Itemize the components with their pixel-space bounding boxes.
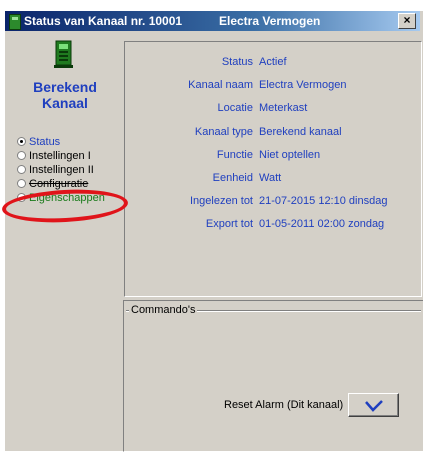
info-label: Kanaal type: [194, 126, 253, 138]
info-label: Functie: [216, 149, 253, 161]
commands-group: Commando's Reset Alarm (Dit kanaal): [123, 300, 423, 452]
radio-button[interactable]: [17, 151, 26, 160]
radio-instellingen-1[interactable]: Instellingen I: [17, 149, 105, 162]
status-window: Status van Kanaal nr. 10001 Electra Verm…: [4, 10, 423, 452]
info-label: Export tot: [205, 218, 253, 230]
green-device-icon: [54, 40, 73, 68]
status-info-panel: Status Actief Kanaal naam Electra Vermog…: [124, 41, 422, 297]
window-title: Status van Kanaal nr. 10001: [24, 14, 183, 28]
info-label: Ingelezen tot: [190, 195, 253, 207]
info-row-read-until: Ingelezen tot 21-07-2015 12:10 dinsdag: [125, 195, 419, 209]
reset-alarm-label: Reset Alarm (Dit kanaal): [224, 399, 344, 411]
info-row-unit: Eenheid Watt: [125, 172, 419, 186]
info-row-channel-type: Kanaal type Berekend kanaal: [125, 126, 419, 140]
info-row-channel-name: Kanaal naam Electra Vermogen: [125, 79, 419, 93]
close-button[interactable]: ×: [398, 13, 416, 29]
reset-alarm-button[interactable]: [348, 393, 399, 417]
radio-label: Instellingen II: [29, 163, 94, 176]
window-subtitle: Electra Vermogen: [219, 14, 321, 28]
info-value: Watt: [259, 172, 282, 184]
info-value: 01-05-2011 02:00 zondag: [259, 218, 385, 230]
radio-button[interactable]: [17, 165, 26, 174]
radio-button[interactable]: [17, 193, 26, 202]
radio-label: Status: [29, 135, 61, 148]
info-value: Meterkast: [259, 102, 308, 114]
radio-configuratie[interactable]: Configuratie: [17, 177, 105, 190]
info-value: 21-07-2015 12:10 dinsdag: [259, 195, 388, 207]
commands-title: Commando's: [129, 304, 198, 316]
info-label: Eenheid: [212, 172, 253, 184]
info-label: Locatie: [217, 102, 253, 114]
radio-button[interactable]: [17, 179, 26, 188]
info-value: Berekend kanaal: [259, 126, 342, 138]
radio-label: Configuratie: [29, 177, 89, 190]
radio-button[interactable]: [17, 137, 26, 146]
info-label: Kanaal naam: [188, 79, 253, 91]
info-row-location: Locatie Meterkast: [125, 102, 419, 116]
radio-label: Instellingen I: [29, 149, 91, 162]
info-row-status: Status Actief: [125, 56, 419, 70]
radio-label: Eigenschappen: [29, 191, 105, 204]
check-icon: [365, 400, 383, 412]
view-radio-group: Status Instellingen I Instellingen II Co…: [17, 135, 105, 205]
radio-status[interactable]: Status: [17, 135, 105, 148]
radio-instellingen-2[interactable]: Instellingen II: [17, 163, 105, 176]
app-icon: [9, 14, 21, 30]
info-row-function: Functie Niet optellen: [125, 149, 419, 163]
title-bar: Status van Kanaal nr. 10001 Electra Verm…: [5, 11, 420, 31]
channel-type-title: Berekend Kanaal: [33, 79, 97, 111]
info-value: Actief: [259, 56, 287, 68]
radio-eigenschappen[interactable]: Eigenschappen: [17, 191, 105, 204]
info-row-export-until: Export tot 01-05-2011 02:00 zondag: [125, 218, 419, 232]
info-label: Status: [221, 56, 253, 68]
info-value: Niet optellen: [259, 149, 321, 161]
info-value: Electra Vermogen: [259, 79, 347, 91]
